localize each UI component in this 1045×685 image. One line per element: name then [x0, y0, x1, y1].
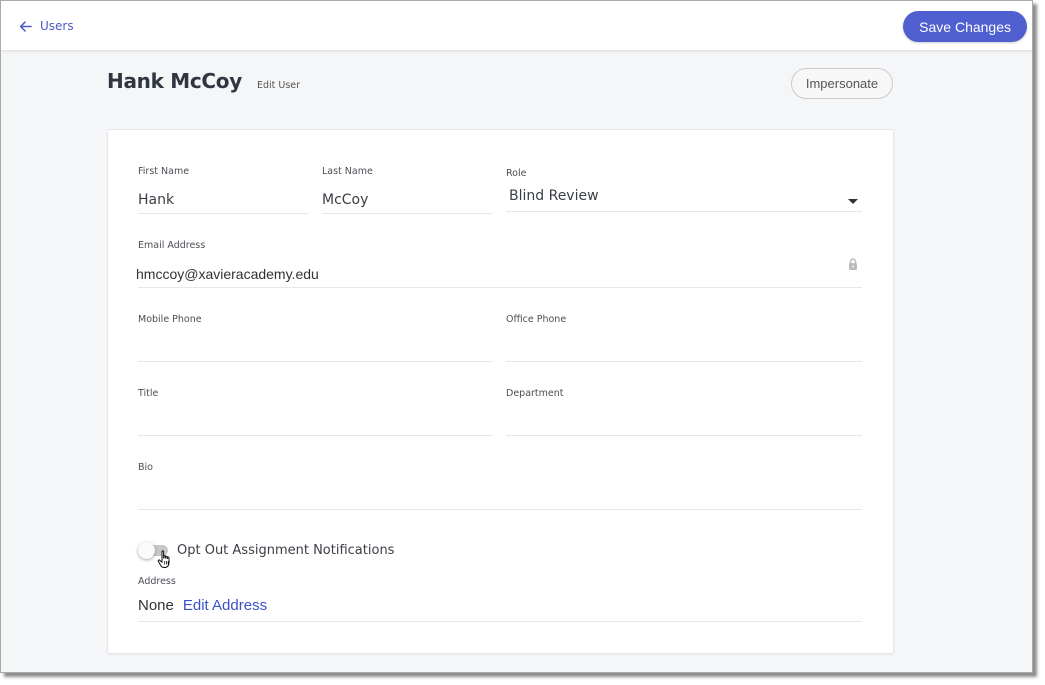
- address-value: None: [138, 597, 174, 614]
- first-name-field[interactable]: First Name: [138, 166, 309, 214]
- last-name-input[interactable]: [322, 189, 493, 211]
- bio-label: Bio: [138, 462, 153, 473]
- address-label: Address: [138, 576, 176, 587]
- back-to-users-link[interactable]: Users: [19, 19, 74, 33]
- title-label: Title: [138, 388, 159, 399]
- office-phone-input[interactable]: [506, 337, 862, 359]
- bio-input[interactable]: [138, 485, 862, 507]
- department-field[interactable]: Department: [506, 388, 862, 436]
- impersonate-button[interactable]: Impersonate: [791, 68, 893, 99]
- last-name-field[interactable]: Last Name: [322, 166, 493, 214]
- address-row: None Edit Address: [138, 597, 267, 614]
- caret-down-icon[interactable]: [848, 199, 858, 204]
- edit-address-link[interactable]: Edit Address: [183, 597, 267, 614]
- page-title: Hank McCoy: [107, 69, 242, 93]
- first-name-label: First Name: [138, 166, 190, 177]
- mobile-phone-field[interactable]: Mobile Phone: [138, 314, 493, 362]
- page-subtitle: Edit User: [256, 80, 301, 91]
- top-bar: Users Save Changes: [1, 1, 1032, 51]
- mobile-phone-input[interactable]: [138, 337, 493, 359]
- email-value: hmccoy@xavieracademy.edu: [136, 266, 319, 282]
- department-input[interactable]: [506, 411, 862, 433]
- opt-out-notifications-label: Opt Out Assignment Notifications: [177, 542, 395, 558]
- role-value: Blind Review: [509, 188, 599, 204]
- address-section: Address None Edit Address: [138, 576, 862, 622]
- app-window: Users Save Changes Hank McCoy Edit User …: [0, 0, 1033, 673]
- toggle-knob: [138, 542, 155, 559]
- role-select[interactable]: Role Blind Review: [506, 168, 862, 212]
- role-label: Role: [506, 168, 527, 179]
- email-field: Email Address hmccoy@xavieracademy.edu: [136, 240, 862, 288]
- email-label: Email Address: [138, 240, 206, 251]
- title-input[interactable]: [138, 411, 493, 433]
- save-changes-button[interactable]: Save Changes: [903, 11, 1027, 42]
- lock-icon: [849, 258, 857, 270]
- back-link-label: Users: [40, 19, 74, 33]
- mobile-phone-label: Mobile Phone: [138, 314, 202, 325]
- office-phone-field[interactable]: Office Phone: [506, 314, 862, 362]
- last-name-label: Last Name: [322, 166, 373, 177]
- hand-pointer-cursor-icon: [157, 550, 170, 568]
- page-header: Hank McCoy Edit User: [107, 69, 300, 93]
- edit-user-form: First Name Last Name Role Blind Review E…: [107, 129, 894, 654]
- office-phone-label: Office Phone: [506, 314, 567, 325]
- department-label: Department: [506, 388, 564, 399]
- bio-field[interactable]: Bio: [138, 462, 862, 510]
- arrow-left-icon: [19, 20, 32, 32]
- title-field[interactable]: Title: [138, 388, 493, 436]
- opt-out-notifications-row: Opt Out Assignment Notifications: [138, 542, 395, 559]
- first-name-input[interactable]: [138, 189, 309, 211]
